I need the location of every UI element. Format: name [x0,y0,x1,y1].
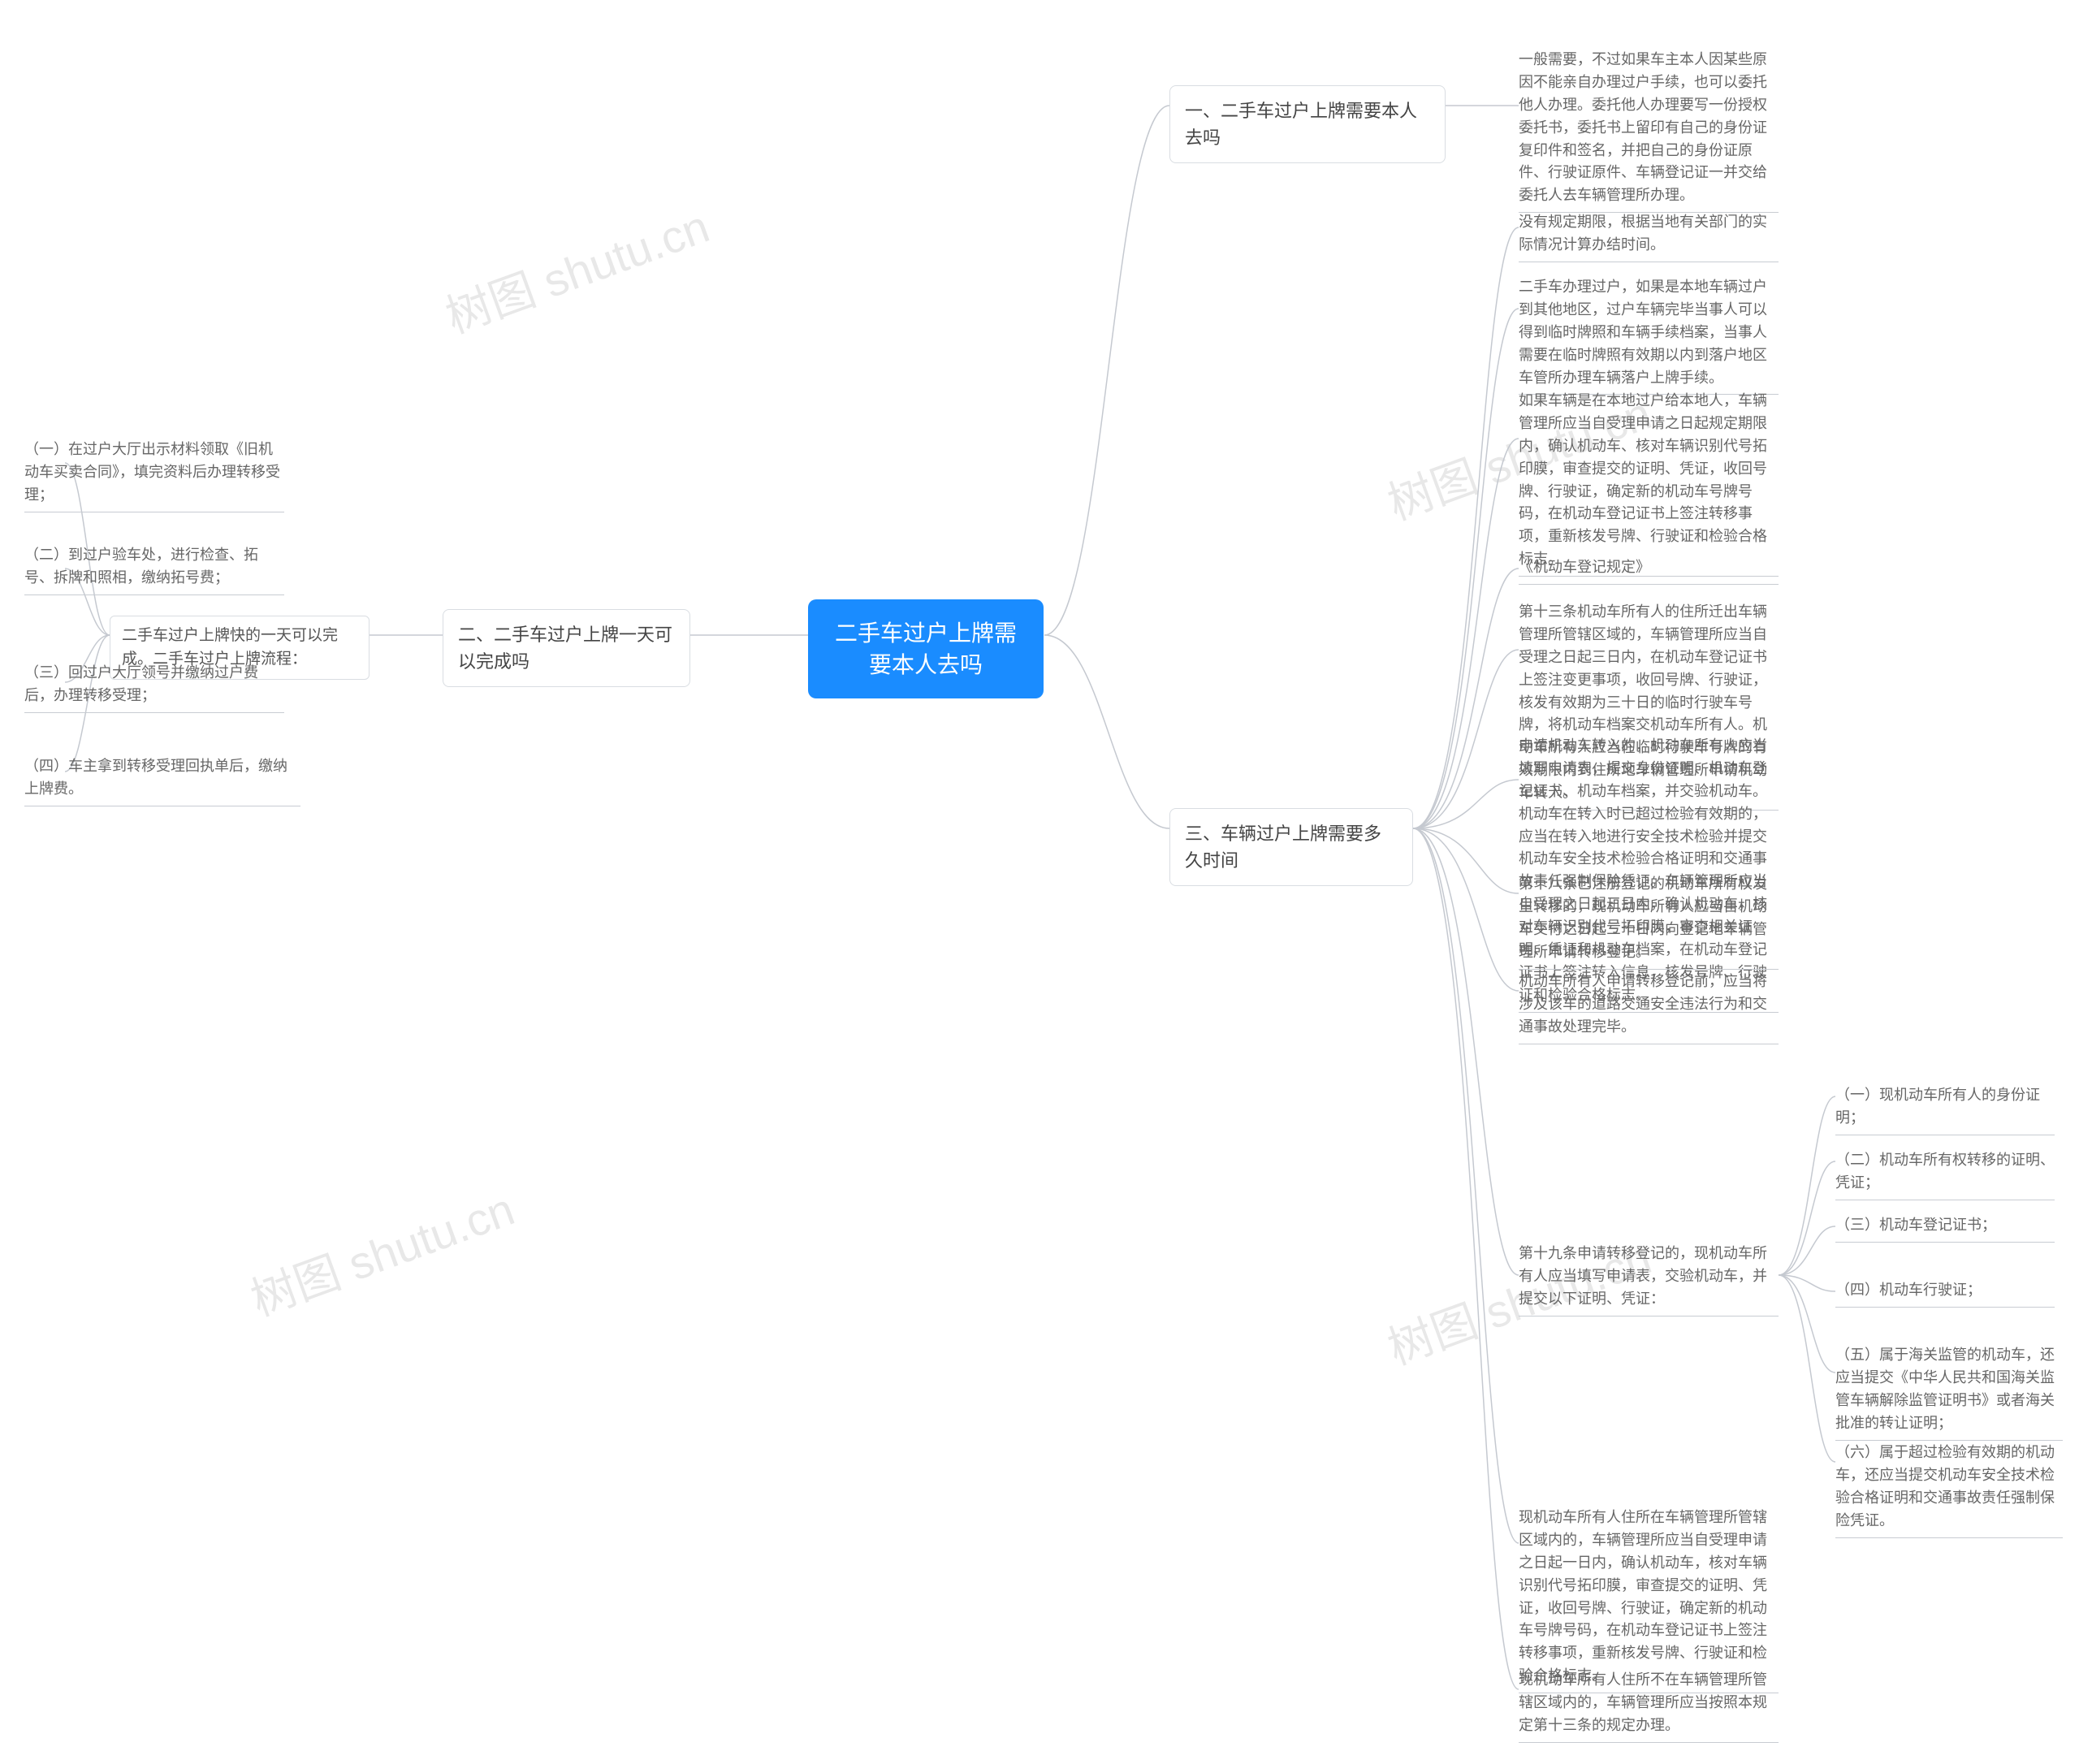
branch-3-leaf-7: 第十八条已注册登记的机动车所有权发生转移的，现机动车所有人应当自机动车交付之日起… [1519,873,1779,970]
sub19-item-2: （二）机动车所有权转移的证明、凭证； [1835,1149,2055,1200]
branch-1[interactable]: 一、二手车过户上牌需要本人去吗 [1169,85,1446,163]
branch-2[interactable]: 二、二手车过户上牌一天可以完成吗 [443,609,690,687]
branch-1-leaf: 一般需要，不过如果车主本人因某些原因不能亲自办理过户手续，也可以委托他人办理。委… [1519,49,1779,213]
branch-3-leaf-1: 没有规定期限，根据当地有关部门的实际情况计算办结时间。 [1519,211,1779,262]
sub19-item-4: （四）机动车行驶证； [1835,1279,2055,1308]
branch-2-leaf-3: （三）回过户大厅领号并缴纳过户费后，办理转移受理； [24,662,284,713]
watermark: 树图 shutu.cn [240,1173,522,1329]
branch-3-tail-2: 现机动车所有人住所不在车辆管理所管辖区域内的，车辆管理所应当按照本规定第十三条的… [1519,1669,1779,1743]
branch-2-leaf-1: （一）在过户大厅出示材料领取《旧机动车买卖合同》，填完资料后办理转移受理； [24,439,284,512]
branch-3-leaf-4: 《机动车登记规定》 [1519,556,1779,585]
branch-2-leaf-2: （二）到过户验车处，进行检查、拓号、拆牌和照相，缴纳拓号费； [24,544,284,595]
sub19-item-5: （五）属于海关监管的机动车，还应当提交《中华人民共和国海关监管车辆解除监管证明书… [1835,1344,2063,1441]
branch-3-leaf-8: 机动车所有人申请转移登记前，应当将涉及该车的道路交通安全违法行为和交通事故处理完… [1519,971,1779,1044]
sub19-item-6: （六）属于超过检验有效期的机动车，还应当提交机动车安全技术检验合格证明和交通事故… [1835,1442,2063,1538]
sub19-item-1: （一）现机动车所有人的身份证明； [1835,1084,2055,1135]
branch-2-leaf-4: （四）车主拿到转移受理回执单后，缴纳上牌费。 [24,755,300,806]
branch-3-sub19: 第十九条申请转移登记的，现机动车所有人应当填写申请表，交验机动车，并提交以下证明… [1519,1243,1779,1317]
branch-3-leaf-2: 二手车办理过户，如果是本地车辆过户到其他地区，过户车辆完毕当事人可以得到临时牌照… [1519,276,1779,395]
branch-3-leaf-3: 如果车辆是在本地过户给本地人，车辆管理所应当自受理申请之日起规定期限内，确认机动… [1519,390,1779,577]
branch-3[interactable]: 三、车辆过户上牌需要多久时间 [1169,808,1413,886]
branch-3-tail-1: 现机动车所有人住所在车辆管理所管辖区域内的，车辆管理所应当自受理申请之日起一日内… [1519,1507,1779,1693]
watermark: 树图 shutu.cn [435,190,717,346]
root-node[interactable]: 二手车过户上牌需要本人去吗 [808,599,1044,698]
sub19-item-3: （三）机动车登记证书； [1835,1214,2055,1243]
